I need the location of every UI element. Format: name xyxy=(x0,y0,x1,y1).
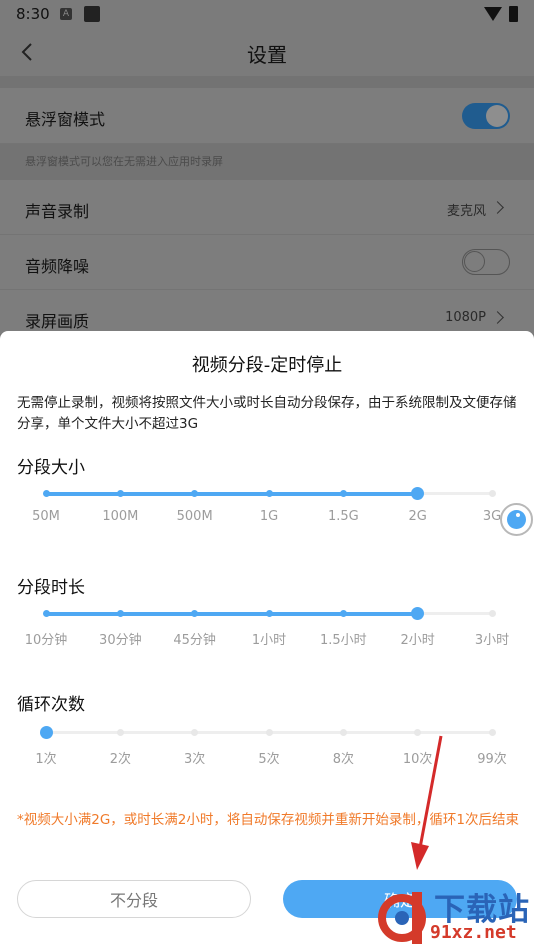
dialog-title: 视频分段-定时停止 xyxy=(191,355,343,376)
no-segment-button[interactable]: 不分段 xyxy=(17,880,251,918)
slider-option-label[interactable]: 1G xyxy=(260,509,278,524)
segment-note: *视频大小满2G，或时长满2小时，将自动保存视频并重新开始录制，循环1次后结束 xyxy=(17,812,519,828)
notification-a-icon: A xyxy=(60,8,72,20)
toggle-knob xyxy=(486,105,508,127)
slider-tick[interactable] xyxy=(42,490,50,497)
site-watermark: 下载站 91xz.net xyxy=(378,882,534,950)
slider-option-label[interactable]: 99次 xyxy=(477,748,507,767)
slider-tick[interactable] xyxy=(265,490,273,497)
slider-tick[interactable] xyxy=(339,610,347,617)
setting-label: 悬浮窗模式 xyxy=(25,110,106,129)
float-window-toggle[interactable] xyxy=(462,103,510,129)
slider-tick[interactable] xyxy=(116,729,124,736)
slider-option-label[interactable]: 3G xyxy=(483,509,501,524)
slider-option-label[interactable]: 1.5G xyxy=(328,509,359,524)
setting-label: 声音录制 xyxy=(25,202,90,221)
duration-slider[interactable]: 10分钟 30分钟 45分钟 1小时 1.5小时 2小时 3小时 xyxy=(0,601,534,648)
setting-row-noise-reduce[interactable]: 音频降噪 xyxy=(0,235,534,290)
duration-section-title: 分段时长 xyxy=(17,578,85,598)
slider-option-label[interactable]: 500M xyxy=(177,509,213,524)
slider-tick[interactable] xyxy=(414,729,422,736)
notification-square-icon xyxy=(84,6,100,22)
setting-value: 1080P xyxy=(445,310,486,325)
setting-label: 录屏画质 xyxy=(25,312,90,331)
size-section-title: 分段大小 xyxy=(17,458,85,478)
slider-tick[interactable] xyxy=(265,610,273,617)
noise-reduce-toggle[interactable] xyxy=(462,249,510,275)
slider-tick[interactable] xyxy=(191,729,199,736)
slider-option-label[interactable]: 5次 xyxy=(258,748,279,767)
slider-option-label[interactable]: 50M xyxy=(32,509,60,524)
slider-tick[interactable] xyxy=(488,610,496,617)
slider-option-label[interactable]: 30分钟 xyxy=(99,629,142,648)
slider-tick[interactable] xyxy=(339,729,347,736)
slider-option-label[interactable]: 3次 xyxy=(184,748,205,767)
chevron-right-icon xyxy=(491,201,504,214)
slider-track-fill xyxy=(46,492,418,496)
slider-tick[interactable] xyxy=(116,610,124,617)
wifi-icon xyxy=(484,7,502,21)
slider-option-label[interactable]: 45分钟 xyxy=(173,629,216,648)
slider-tick[interactable] xyxy=(265,729,273,736)
slider-thumb[interactable] xyxy=(411,487,425,500)
touch-indicator-icon xyxy=(500,503,533,536)
slider-tick[interactable] xyxy=(488,490,496,497)
slider-tick[interactable] xyxy=(116,490,124,497)
slider-tick[interactable] xyxy=(42,610,50,617)
slider-option-label[interactable]: 2次 xyxy=(110,748,131,767)
setting-value: 麦克风 xyxy=(446,204,486,219)
loop-slider[interactable]: 1次 2次 3次 5次 8次 10次 99次 xyxy=(0,720,534,767)
battery-icon xyxy=(509,6,518,22)
slider-track-fill xyxy=(46,612,418,616)
slider-option-label[interactable]: 1次 xyxy=(35,748,56,767)
setting-row-float-window[interactable]: 悬浮窗模式 xyxy=(0,88,534,144)
slider-option-label[interactable]: 2小时 xyxy=(401,629,435,648)
slider-option-label[interactable]: 1小时 xyxy=(252,629,286,648)
status-bar: 8:30 A xyxy=(0,0,534,30)
setting-row-audio-record[interactable]: 声音录制 麦克风 xyxy=(0,180,534,235)
slider-tick[interactable] xyxy=(339,490,347,497)
section-divider xyxy=(0,76,534,88)
slider-tick[interactable] xyxy=(488,729,496,736)
setting-row-quality[interactable]: 录屏画质 1080P xyxy=(0,290,534,335)
slider-option-label[interactable]: 10分钟 xyxy=(25,629,68,648)
segment-dialog: 视频分段-定时停止 无需停止录制，视频将按照文件大小或时长自动分段保存，由于系统… xyxy=(0,331,534,950)
float-window-hint: 悬浮窗模式可以您在无需进入应用时录屏 xyxy=(25,155,223,168)
slider-thumb[interactable] xyxy=(39,726,53,739)
setting-label: 音频降噪 xyxy=(25,257,90,276)
slider-option-label[interactable]: 2G xyxy=(408,509,426,524)
slider-option-label[interactable]: 100M xyxy=(102,509,138,524)
status-time: 8:30 xyxy=(16,5,50,23)
toggle-knob xyxy=(464,251,485,272)
watermark-logo-icon xyxy=(378,892,426,944)
slider-option-label[interactable]: 3小时 xyxy=(475,629,509,648)
app-header: 设置 xyxy=(0,30,534,76)
dialog-description: 无需停止录制，视频将按照文件大小或时长自动分段保存，由于系统限制及文便存储分享，… xyxy=(17,395,517,432)
slider-thumb[interactable] xyxy=(411,607,425,620)
loop-section-title: 循环次数 xyxy=(17,695,85,715)
watermark-text-url: 91xz.net xyxy=(430,922,517,943)
chevron-right-icon xyxy=(491,311,504,324)
slider-option-label[interactable]: 8次 xyxy=(333,748,354,767)
slider-option-label[interactable]: 1.5小时 xyxy=(320,629,367,648)
slider-option-label[interactable]: 10次 xyxy=(403,748,433,767)
size-slider[interactable]: 50M 100M 500M 1G 1.5G 2G 3G xyxy=(0,481,534,524)
page-title: 设置 xyxy=(247,43,287,67)
